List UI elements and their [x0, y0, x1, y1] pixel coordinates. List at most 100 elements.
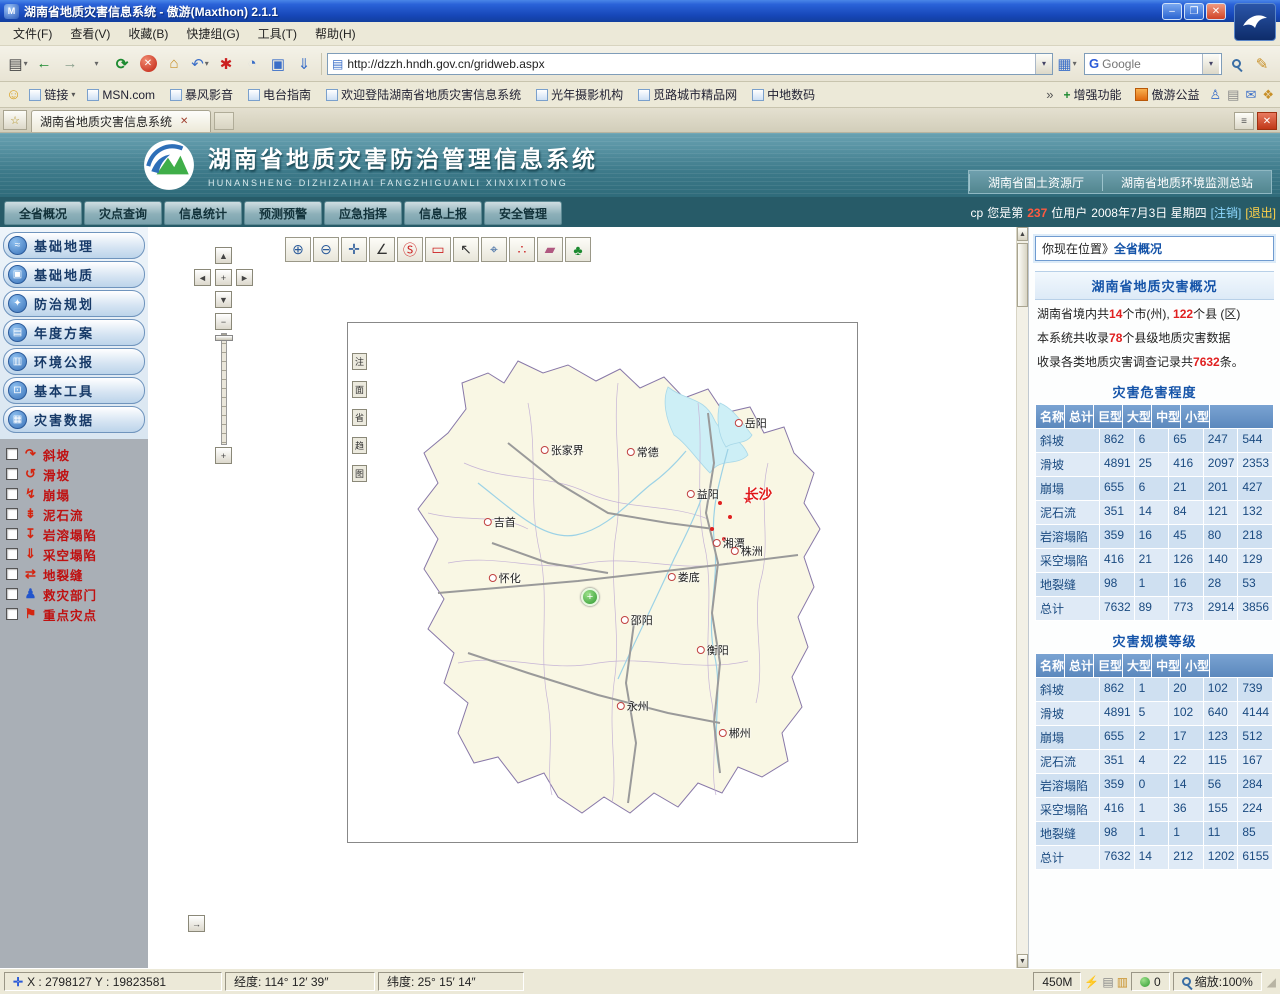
back-button[interactable]: ←	[32, 51, 56, 77]
link-item[interactable]: 链接 ▾	[25, 84, 79, 105]
sidebar-item-env-bulletin[interactable]: ▥ 环境公报	[3, 348, 145, 375]
layer-rescue-department[interactable]: ♟ 救灾部门	[0, 584, 148, 604]
layer-mining-subsidence[interactable]: ⇓ 采空塌陷	[0, 544, 148, 564]
zoom-cell[interactable]: 缩放:100%	[1173, 972, 1262, 991]
person-icon[interactable]: ♙	[1209, 87, 1221, 103]
link-item[interactable]: 光年摄影机构	[532, 84, 630, 105]
vertical-scrollbar[interactable]: ▲ ▼	[1016, 227, 1028, 968]
map-side-button-polygon[interactable]: 面	[352, 381, 367, 398]
menu-item[interactable]: 收藏(B)	[119, 22, 177, 45]
tab-disaster-query[interactable]: 灾点查询	[84, 201, 162, 225]
stop-button[interactable]: ✕	[136, 51, 160, 77]
zoom-in-icon[interactable]: ⊕	[285, 237, 311, 262]
resize-grip[interactable]: ◢	[1267, 975, 1276, 989]
message-icon[interactable]: ✉	[1245, 87, 1256, 103]
link-item[interactable]: 觅路城市精品网	[634, 84, 744, 105]
tab-emergency-command[interactable]: 应急指挥	[324, 201, 402, 225]
capture-button[interactable]: ▣	[266, 51, 290, 77]
links-overflow-icon[interactable]: »	[1046, 87, 1053, 102]
zoom-slider-track[interactable]	[221, 333, 227, 445]
scroll-up-arrow[interactable]: ▲	[1017, 227, 1028, 241]
pan-icon[interactable]: ✛	[341, 237, 367, 262]
new-tab-button[interactable]	[214, 112, 234, 130]
menu-item[interactable]: 帮助(H)	[306, 22, 365, 45]
sidebar-item-base-geology[interactable]: ▣ 基础地质	[3, 261, 145, 288]
link-item[interactable]: 欢迎登陆湖南省地质灾害信息系统	[322, 84, 528, 105]
restore-button[interactable]: ❐	[1184, 3, 1204, 20]
logout-link[interactable]: [注销]	[1211, 204, 1242, 221]
forward-button[interactable]: →	[58, 51, 82, 77]
menu-item[interactable]: 文件(F)	[4, 22, 61, 45]
pan-right-button[interactable]: ►	[236, 269, 253, 286]
panel-icon[interactable]: ▤	[1227, 87, 1239, 103]
layer-key-disaster-point[interactable]: ⚑ 重点灾点	[0, 604, 148, 624]
sidebar-item-disaster-data[interactable]: ▦ 灾害数据	[3, 406, 145, 433]
minimize-button[interactable]: –	[1162, 3, 1182, 20]
pointer-select-icon[interactable]: ↖	[453, 237, 479, 262]
eraser-icon[interactable]: ▰	[537, 237, 563, 262]
layer-checkbox[interactable]	[6, 608, 18, 620]
menu-item[interactable]: 工具(T)	[249, 22, 306, 45]
sidebar-item-basic-tools[interactable]: ⊡ 基本工具	[3, 377, 145, 404]
link-item[interactable]: 暴风影音	[166, 84, 240, 105]
tab-security-management[interactable]: 安全管理	[484, 201, 562, 225]
layer-checkbox[interactable]	[6, 488, 18, 500]
scroll-down-arrow[interactable]: ▼	[1017, 954, 1028, 968]
quick-access-button[interactable]: ▦▾	[1055, 51, 1079, 77]
history-clock-button[interactable]: ◔	[240, 51, 264, 77]
link-item[interactable]: MSN.com	[83, 84, 162, 105]
new-page-button[interactable]: ▤▾	[6, 51, 30, 77]
layer-checkbox[interactable]	[6, 548, 18, 560]
zoom-in-step-button[interactable]: +	[215, 447, 232, 464]
tab-info-report[interactable]: 信息上报	[404, 201, 482, 225]
refresh-button[interactable]: ⟳	[110, 51, 134, 77]
map-image[interactable]: 张家界常德岳阳益阳长沙吉首湘潭株洲怀化娄底邵阳衡阳永州郴州 +	[368, 343, 839, 824]
draw-points-icon[interactable]: ∴	[509, 237, 535, 262]
layer-debris-flow[interactable]: ⇟ 泥石流	[0, 504, 148, 524]
layer-checkbox[interactable]	[6, 568, 18, 580]
sidebar-item-annual-plan[interactable]: ▤ 年度方案	[3, 319, 145, 346]
map-side-button-province[interactable]: 省	[352, 409, 367, 426]
tab-info-statistics[interactable]: 信息统计	[164, 201, 242, 225]
map-side-button-annotation[interactable]: 注	[352, 353, 367, 370]
tab-forecast-warning[interactable]: 预测预警	[244, 201, 322, 225]
menu-item[interactable]: 查看(V)	[61, 22, 119, 45]
folder-icon[interactable]: ▥	[1117, 975, 1128, 989]
layer-checkbox[interactable]	[6, 468, 18, 480]
tab-list-button[interactable]: ≡	[1234, 112, 1254, 130]
layer-collapse[interactable]: ↯ 崩塌	[0, 484, 148, 504]
clear-selection-icon[interactable]: Ⓢ	[397, 237, 423, 262]
home-button[interactable]: ⌂	[162, 51, 186, 77]
history-dropdown-button[interactable]: ▾	[84, 51, 108, 77]
measure-icon[interactable]: ∠	[369, 237, 395, 262]
enhance-features-link[interactable]: +增强功能	[1059, 84, 1125, 105]
undo-button[interactable]: ↶▾	[188, 51, 212, 77]
tab-province-overview[interactable]: 全省概况	[4, 201, 82, 225]
sidebar-item-prevention-plan[interactable]: ✦ 防治规划	[3, 290, 145, 317]
layer-checkbox[interactable]	[6, 528, 18, 540]
rect-select-icon[interactable]: ▭	[425, 237, 451, 262]
layer-checkbox[interactable]	[6, 508, 18, 520]
layer-checkbox[interactable]	[6, 448, 18, 460]
identify-icon[interactable]: ⌖	[481, 237, 507, 262]
link-item[interactable]: 电台指南	[244, 84, 318, 105]
close-button[interactable]: ✕	[1206, 3, 1226, 20]
maxthon-charity-link[interactable]: 傲游公益	[1131, 84, 1203, 105]
layers-tree-icon[interactable]: ♣	[565, 237, 591, 262]
tab-active[interactable]: 湖南省地质灾害信息系统 ✕	[31, 110, 211, 132]
skin-icon[interactable]: ❖	[1262, 87, 1274, 103]
address-input[interactable]	[347, 57, 1035, 71]
close-tab-button[interactable]: ✕	[1257, 112, 1277, 130]
download-button[interactable]: ⇓	[292, 51, 316, 77]
scrollbar-thumb[interactable]	[1017, 243, 1028, 307]
header-link[interactable]: 湖南省国土资源厅	[969, 174, 1102, 191]
menu-item[interactable]: 快捷组(G)	[177, 22, 248, 45]
favorites-panel-button[interactable]: ☆	[3, 110, 27, 130]
layer-checkbox[interactable]	[6, 588, 18, 600]
layer-slope[interactable]: ↷ 斜坡	[0, 444, 148, 464]
sidebar-item-base-geography[interactable]: ≈ 基础地理	[3, 232, 145, 259]
layer-landslide[interactable]: ↺ 滑坡	[0, 464, 148, 484]
zoom-out-step-button[interactable]: −	[215, 313, 232, 330]
pan-up-button[interactable]: ▲	[215, 247, 232, 264]
layer-ground-fissure[interactable]: ⇄ 地裂缝	[0, 564, 148, 584]
